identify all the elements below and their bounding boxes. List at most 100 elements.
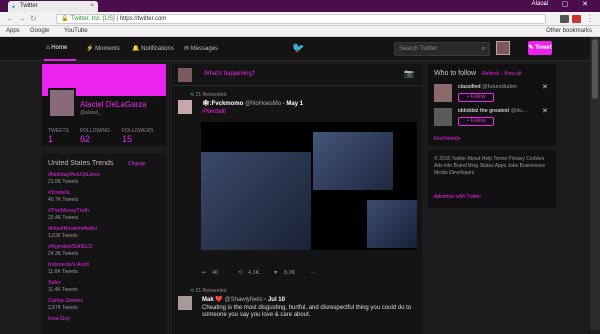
profile-handle[interactable]: @alacel_: [80, 110, 101, 116]
reply-icon[interactable]: ↩: [202, 270, 207, 276]
close-tab-icon[interactable]: ×: [90, 1, 94, 12]
tweet-hashtag[interactable]: #Nerdalti: [202, 109, 226, 115]
trend-count: 2,574 Tweets: [48, 305, 78, 311]
apps-bookmark[interactable]: Apps: [6, 26, 20, 37]
trend-item[interactable]: #AgentsofSHIELD: [48, 244, 93, 250]
trend-count: 40.7K Tweets: [48, 197, 79, 203]
back-arrow-icon[interactable]: ←: [6, 14, 14, 23]
trend-count: 23.4K Tweets: [48, 215, 79, 221]
bookmarks-bar: Apps Google YouTube Other bookmarks: [0, 26, 600, 37]
trend-count: 24.3K Tweets: [48, 251, 79, 257]
nav-moments[interactable]: ⚡ Moments: [86, 45, 120, 52]
trend-item[interactable]: #HowIKnowImAwful: [48, 226, 97, 232]
suggestion-name[interactable]: classified @futurodudeo: [458, 84, 517, 90]
tweets-count[interactable]: 1: [48, 134, 53, 144]
twitter-navbar: ⌂ Home ⚡ Moments 🔔 Notifications ✉ Messa…: [0, 37, 600, 61]
media-tile[interactable]: [367, 200, 417, 248]
scrollbar[interactable]: [590, 37, 600, 330]
retweet-context: ⟲ 21 Retweeted: [190, 288, 227, 294]
address-bar-row: ← → ↻ 🔒 Twitter, Inc. [US] | https://twi…: [0, 12, 600, 26]
who-to-follow-title: Who to follow: [434, 70, 477, 77]
scrollbar-thumb[interactable]: [592, 39, 598, 99]
change-trends-link[interactable]: Change: [128, 161, 146, 167]
follow-button[interactable]: + Follow: [458, 93, 494, 102]
tweet-composer[interactable]: What's happening? 📷: [172, 64, 422, 86]
following-count[interactable]: 62: [80, 134, 90, 144]
dismiss-icon[interactable]: ✕: [542, 83, 548, 91]
twitter-logo-icon[interactable]: 🐦: [292, 43, 304, 54]
profile-card: Alaciel DeLaGarza @alacel_ TWEETS 1 FOLL…: [42, 64, 166, 146]
site-identity: Twitter, Inc. [US]: [71, 16, 115, 22]
avatar[interactable]: [496, 41, 510, 55]
trends-panel: United States Trends Change #HolidayPick…: [42, 154, 166, 334]
retweet-count: 4.1K: [248, 270, 260, 276]
other-bookmarks[interactable]: Other bookmarks: [546, 26, 592, 37]
google-bookmark[interactable]: Google: [30, 26, 49, 37]
trend-item[interactable]: #TheMessyTruth: [48, 208, 89, 214]
footer-panel: © 2016 Twitter About Help Terms Privacy …: [428, 150, 556, 208]
like-count: 8.2K: [284, 270, 296, 276]
search-icon[interactable]: ⌕: [482, 43, 485, 55]
trend-item[interactable]: #HolidayPickUpLines: [48, 172, 100, 178]
trend-item[interactable]: #1bstells: [48, 190, 70, 196]
avatar[interactable]: [178, 100, 192, 114]
reply-count: 40: [212, 270, 219, 276]
suggestion-name[interactable]: iddobbiz the greatest @du...: [458, 108, 527, 114]
retweet-icon: ⟲: [190, 92, 195, 98]
youtube-bookmark[interactable]: YouTube: [64, 26, 88, 37]
active-tab-indicator: [44, 59, 76, 61]
avatar[interactable]: [178, 296, 192, 310]
trend-item[interactable]: Soler: [48, 280, 61, 286]
followers-count[interactable]: 15: [122, 134, 132, 144]
menu-icon[interactable]: ⋮: [586, 14, 594, 23]
window-controls[interactable]: – ▢ ✕: [544, 0, 594, 8]
retweet-icon: ⟲: [190, 288, 195, 294]
tweet-text: Cheating is the most disgusting, hurtful…: [202, 305, 412, 318]
avatar: [178, 68, 192, 82]
tweet-actions: ↩ 40 ⟲ 4.1K ♥ 8.2K ···: [202, 270, 402, 280]
more-icon[interactable]: ···: [310, 270, 316, 276]
tab-title: Twitter: [20, 3, 38, 9]
media-tile[interactable]: [313, 132, 393, 190]
lock-icon: 🔒: [61, 16, 69, 22]
retweet-context: ⟲ 21 Retweeted: [190, 92, 227, 98]
tweet-author[interactable]: Mak ❤️ @Shawlyfeels · Jul 10: [202, 296, 285, 303]
composer-input[interactable]: What's happening?: [204, 71, 255, 77]
camera-icon[interactable]: 📷: [404, 69, 414, 78]
trend-item[interactable]: Inna Goy: [48, 316, 70, 322]
trend-item[interactable]: Carlos Gomez: [48, 298, 83, 304]
trend-count: 11.4K Tweets: [48, 287, 78, 293]
url-field[interactable]: 🔒 Twitter, Inc. [US] | https://twitter.c…: [56, 14, 546, 24]
media-tile[interactable]: [201, 152, 311, 250]
retweet-icon[interactable]: ⟲: [238, 270, 243, 276]
timeline: What's happening? 📷 ⟲ 21 Retweeted 🕸:Fvc…: [172, 64, 422, 334]
tweet-author[interactable]: 🕸:Fvckmomo @NoHoesMo · May 1: [202, 100, 303, 107]
extension-icon[interactable]: [560, 15, 569, 23]
profile-name[interactable]: Alaciel DeLaGarza: [80, 100, 147, 109]
tweet-media[interactable]: [201, 122, 417, 250]
nav-notifications[interactable]: 🔔 Notifications: [132, 45, 174, 52]
heart-icon[interactable]: ♥: [274, 270, 277, 276]
follow-button[interactable]: + Follow: [458, 117, 494, 126]
search-input[interactable]: Search Twitter ⌕: [394, 42, 490, 56]
trend-count: 11.6K Tweets: [48, 269, 78, 275]
avatar[interactable]: [434, 108, 452, 126]
footer-links[interactable]: © 2016 Twitter About Help Terms Privacy …: [434, 156, 550, 177]
trend-item[interactable]: Indonesia's Aceh: [48, 262, 89, 268]
nav-messages[interactable]: ✉ Messages: [184, 45, 218, 52]
extension-icon[interactable]: [572, 15, 581, 23]
avatar[interactable]: [434, 84, 452, 102]
trend-count: 21.5K Tweets: [48, 179, 79, 185]
find-friends-link[interactable]: Find friends: [434, 136, 460, 142]
browser-tab[interactable]: ✦ Twitter ×: [8, 1, 98, 12]
who-to-follow-panel: Who to follow Refresh · View all classif…: [428, 64, 556, 146]
browser-tabbar: ✦ Twitter × Alacel – ▢ ✕: [0, 0, 600, 12]
profile-avatar[interactable]: [48, 88, 76, 118]
advertise-link[interactable]: Advertise with Twitter: [434, 194, 481, 200]
forward-arrow-icon[interactable]: →: [18, 14, 26, 23]
refresh-link[interactable]: Refresh · View all: [482, 71, 521, 77]
dismiss-icon[interactable]: ✕: [542, 107, 548, 115]
nav-home[interactable]: ⌂ Home: [46, 45, 67, 51]
tweet-button[interactable]: ✎ Tweet: [528, 41, 552, 55]
reload-icon[interactable]: ↻: [30, 14, 37, 23]
